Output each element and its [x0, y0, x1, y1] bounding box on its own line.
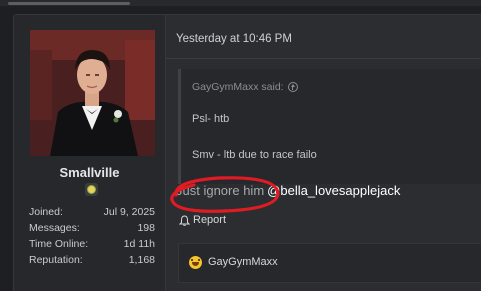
user-sidebar: Smallville Joined: Jul 9, 2025 Messages:…: [14, 15, 166, 291]
post-content: Yesterday at 10:46 PM GayGymMaxx said: P…: [166, 15, 481, 291]
user-stats: Joined: Jul 9, 2025 Messages: 198 Time O…: [29, 204, 155, 268]
post-timestamp[interactable]: Yesterday at 10:46 PM: [176, 33, 292, 45]
header-divider: [166, 58, 481, 59]
reaction-user[interactable]: GayGymMaxx: [208, 256, 278, 268]
stat-value: 1d 11h: [123, 238, 155, 250]
user-mention[interactable]: @bella_lovesapplejack: [267, 183, 400, 198]
arrow-up-circle-icon[interactable]: [287, 82, 298, 92]
top-scrollbar-track[interactable]: [0, 0, 481, 6]
post-message: Just ignore him @bella_lovesapplejack: [176, 183, 400, 198]
stat-value: Jul 9, 2025: [103, 206, 155, 218]
top-scrollbar-thumb[interactable]: [8, 2, 130, 5]
quote-author-label: GayGymMaxx said:: [192, 81, 284, 93]
stat-value: 1,168: [128, 254, 155, 266]
bell-icon: [179, 214, 190, 226]
stat-reputation: Reputation: 1,168: [29, 252, 155, 268]
stat-time-online: Time Online: 1d 11h: [29, 236, 155, 252]
username[interactable]: Smallville: [14, 165, 165, 180]
stat-label: Time Online:: [29, 238, 89, 250]
stat-label: Reputation:: [29, 254, 83, 266]
forum-post: Smallville Joined: Jul 9, 2025 Messages:…: [13, 14, 481, 291]
reactions-bar: GayGymMaxx: [178, 243, 481, 283]
avatar[interactable]: [30, 30, 155, 156]
avatar-photo: [30, 30, 155, 156]
stat-joined: Joined: Jul 9, 2025: [29, 204, 155, 220]
quote-line: Psl- htb: [192, 113, 230, 125]
laughing-emoji-icon: [189, 256, 202, 269]
quote-author[interactable]: GayGymMaxx said:: [192, 81, 298, 93]
stat-label: Joined:: [29, 206, 63, 218]
report-button[interactable]: Report: [179, 214, 226, 226]
report-label: Report: [193, 214, 227, 226]
flower-badge-icon: [85, 183, 98, 196]
stat-value: 198: [137, 222, 155, 234]
forum-page: Smallville Joined: Jul 9, 2025 Messages:…: [0, 0, 481, 291]
message-text: Just ignore him: [176, 183, 265, 198]
quote-block: GayGymMaxx said: Psl- htb Smv - ltb due …: [178, 69, 481, 184]
stat-messages: Messages: 198: [29, 220, 155, 236]
quote-line: Smv - ltb due to race failo: [192, 149, 317, 161]
stat-label: Messages:: [29, 222, 80, 234]
